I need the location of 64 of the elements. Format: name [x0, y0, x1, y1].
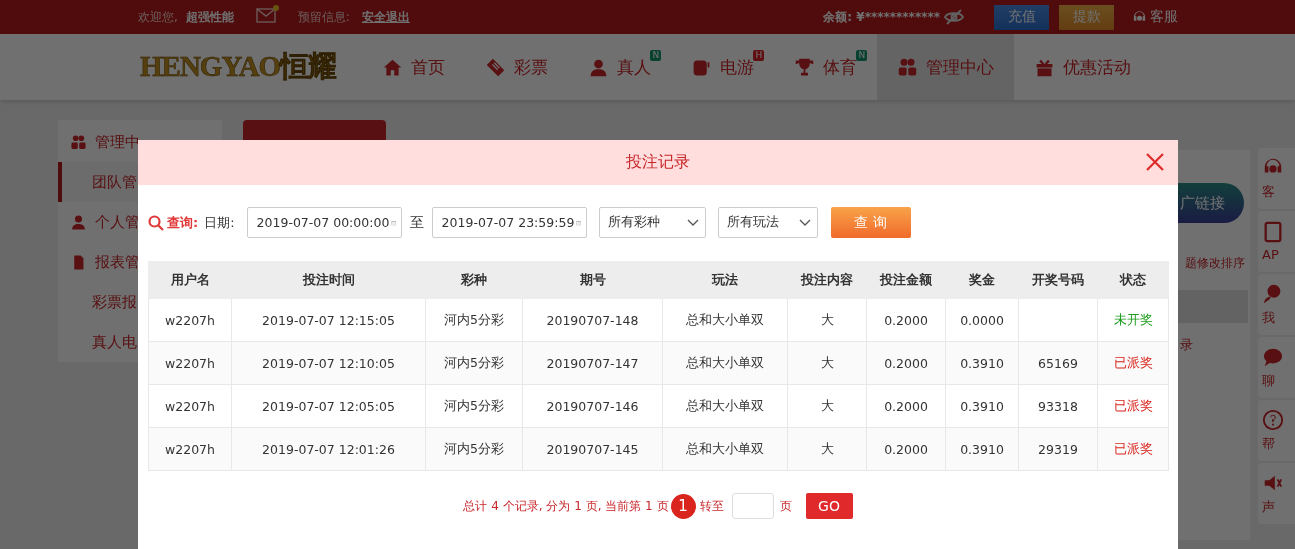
badge: H: [753, 50, 765, 61]
hint-text: 题修改排序: [1185, 255, 1245, 272]
column-header: 投注内容: [787, 261, 867, 299]
column-header: 奖金: [945, 261, 1019, 299]
page-unit: 页: [779, 497, 792, 515]
table-cell: 2019-07-07 12:05:05: [231, 384, 426, 428]
status-cell: 已派奖: [1097, 427, 1169, 471]
table-cell: w2207h: [148, 298, 232, 342]
message-label: 预留信息:: [297, 8, 350, 26]
table-cell: 0.3910: [945, 341, 1019, 385]
table-cell: 河内5分彩: [425, 341, 523, 385]
date-label: 日期:: [204, 213, 235, 232]
table-cell: 总和大小单双: [662, 298, 788, 342]
table-cell: 总和大小单双: [662, 427, 788, 471]
table-cell: 2019-07-07 12:01:26: [231, 427, 426, 471]
table-cell: 河内5分彩: [425, 384, 523, 428]
pagination-summary: 总计 4 个记录, 分为 1 页, 当前第 1 页: [463, 497, 669, 515]
table-cell: 2019-07-07 12:15:05: [231, 298, 426, 342]
table-cell: w2207h: [148, 384, 232, 428]
table-cell: 大: [787, 298, 867, 342]
table-cell: w2207h: [148, 341, 232, 385]
table-cell: 总和大小单双: [662, 341, 788, 385]
column-header: 玩法: [662, 261, 788, 299]
column-header: 投注时间: [231, 261, 426, 299]
table-cell: 0.2000: [866, 427, 946, 471]
table-cell: 河内5分彩: [425, 427, 523, 471]
table-cell: 20190707-145: [522, 427, 663, 471]
column-header: 状态: [1097, 261, 1169, 299]
table-cell: 0.0000: [945, 298, 1019, 342]
badge: N: [856, 50, 868, 61]
column-header: 用户名: [148, 261, 232, 299]
range-separator: 至: [409, 213, 424, 232]
table-cell: 29319: [1018, 427, 1098, 471]
table-cell: 20190707-148: [522, 298, 663, 342]
balance-text: 余额: ¥************: [823, 8, 940, 26]
modal-title: 投注记录: [626, 152, 690, 173]
status-cell: 未开奖: [1097, 298, 1169, 342]
table-cell: 0.3910: [945, 384, 1019, 428]
table-cell: 0.2000: [866, 384, 946, 428]
badge: N: [650, 50, 662, 61]
column-header: 期号: [522, 261, 663, 299]
table-cell: 0.3910: [945, 427, 1019, 471]
welcome-text: 欢迎您,: [138, 8, 178, 26]
table-cell: 20190707-147: [522, 341, 663, 385]
username: 超强性能: [185, 8, 234, 26]
table-cell: 2019-07-07 12:10:05: [231, 341, 426, 385]
status-cell: 已派奖: [1097, 384, 1169, 428]
table-cell: 总和大小单双: [662, 384, 788, 428]
table-cell: w2207h: [148, 427, 232, 471]
table-cell: 大: [787, 341, 867, 385]
table-cell: 河内5分彩: [425, 298, 523, 342]
table-cell: 20190707-146: [522, 384, 663, 428]
column-header: 投注金额: [866, 261, 946, 299]
table-cell: 大: [787, 427, 867, 471]
table-cell: 65169: [1018, 341, 1098, 385]
column-header: 彩种: [425, 261, 523, 299]
table-cell: 0.2000: [866, 298, 946, 342]
table-cell: 0.2000: [866, 341, 946, 385]
status-cell: 已派奖: [1097, 341, 1169, 385]
goto-label: 转至: [699, 497, 724, 515]
table-cell: 93318: [1018, 384, 1098, 428]
query-label: 查询:: [167, 213, 199, 232]
column-header: 开奖号码: [1018, 261, 1098, 299]
table-cell: 大: [787, 384, 867, 428]
